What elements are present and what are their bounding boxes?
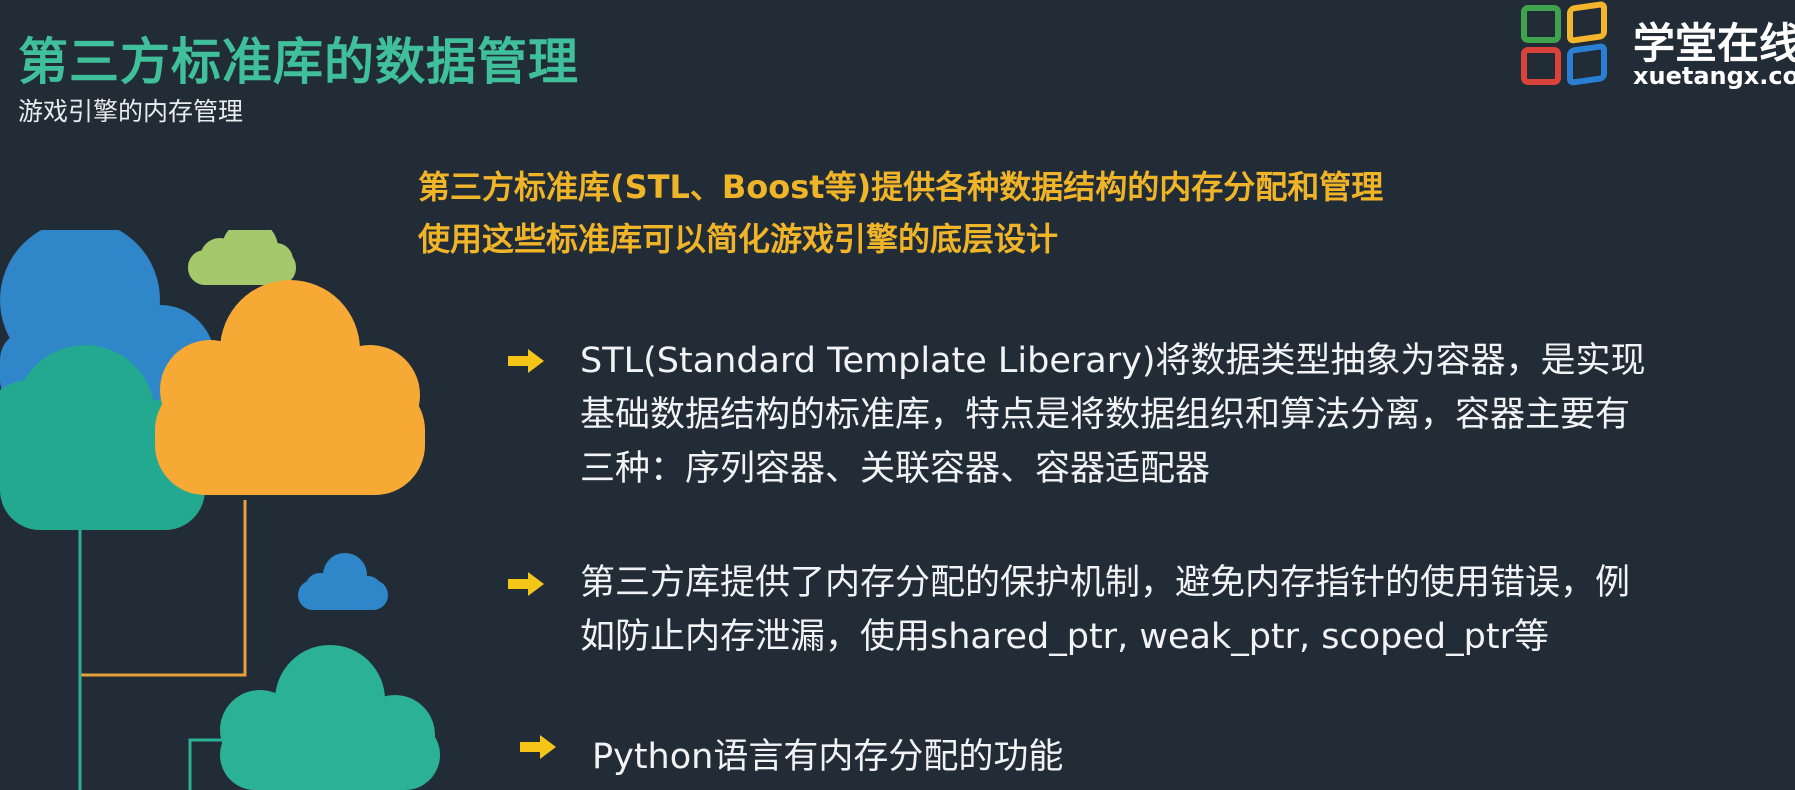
slide: 第三方标准库的数据管理 游戏引擎的内存管理 学堂在线 xuetangx.com … bbox=[0, 0, 1795, 790]
arrow-right-icon bbox=[508, 349, 544, 373]
cloud-illustration bbox=[0, 230, 440, 790]
bullet-1-line-1: STL(Standard Template Liberary)将数据类型抽象为容… bbox=[580, 341, 1646, 381]
page-subtitle: 游戏引擎的内存管理 bbox=[18, 97, 244, 126]
bullet-2-line-1: 第三方库提供了内存分配的保护机制，避免内存指针的使用错误，例 bbox=[580, 563, 1631, 603]
intro-line-2: 使用这些标准库可以简化游戏引擎的底层设计 bbox=[418, 220, 1059, 258]
logo-name-en: xuetangx.com bbox=[1633, 62, 1795, 90]
arrow-right-icon bbox=[520, 735, 556, 759]
page-title: 第三方标准库的数据管理 bbox=[18, 33, 579, 91]
intro-line-1: 第三方标准库(STL、Boost等)提供各种数据结构的内存分配和管理 bbox=[418, 168, 1384, 206]
bullet-1-line-3: 三种：序列容器、关联容器、容器适配器 bbox=[580, 449, 1211, 489]
bullet-2-line-2: 如防止内存泄漏，使用shared_ptr, weak_ptr, scoped_p… bbox=[580, 617, 1549, 657]
arrow-right-icon bbox=[508, 572, 544, 596]
bullet-3: Python语言有内存分配的功能 bbox=[592, 730, 1792, 784]
cloud-blue-small bbox=[298, 553, 388, 610]
bullet-1-line-2: 基础数据结构的标准库，特点是将数据组织和算法分离，容器主要有 bbox=[580, 395, 1631, 435]
bullet-1: STL(Standard Template Liberary)将数据类型抽象为容… bbox=[580, 334, 1780, 496]
bullet-2: 第三方库提供了内存分配的保护机制，避免内存指针的使用错误，例 如防止内存泄漏，使… bbox=[580, 556, 1780, 664]
cloud-lime-small bbox=[188, 230, 296, 285]
cloud-orange-large bbox=[155, 280, 425, 495]
cloud-teal-bottom bbox=[220, 645, 440, 790]
bullet-3-line-1: Python语言有内存分配的功能 bbox=[592, 737, 1064, 777]
